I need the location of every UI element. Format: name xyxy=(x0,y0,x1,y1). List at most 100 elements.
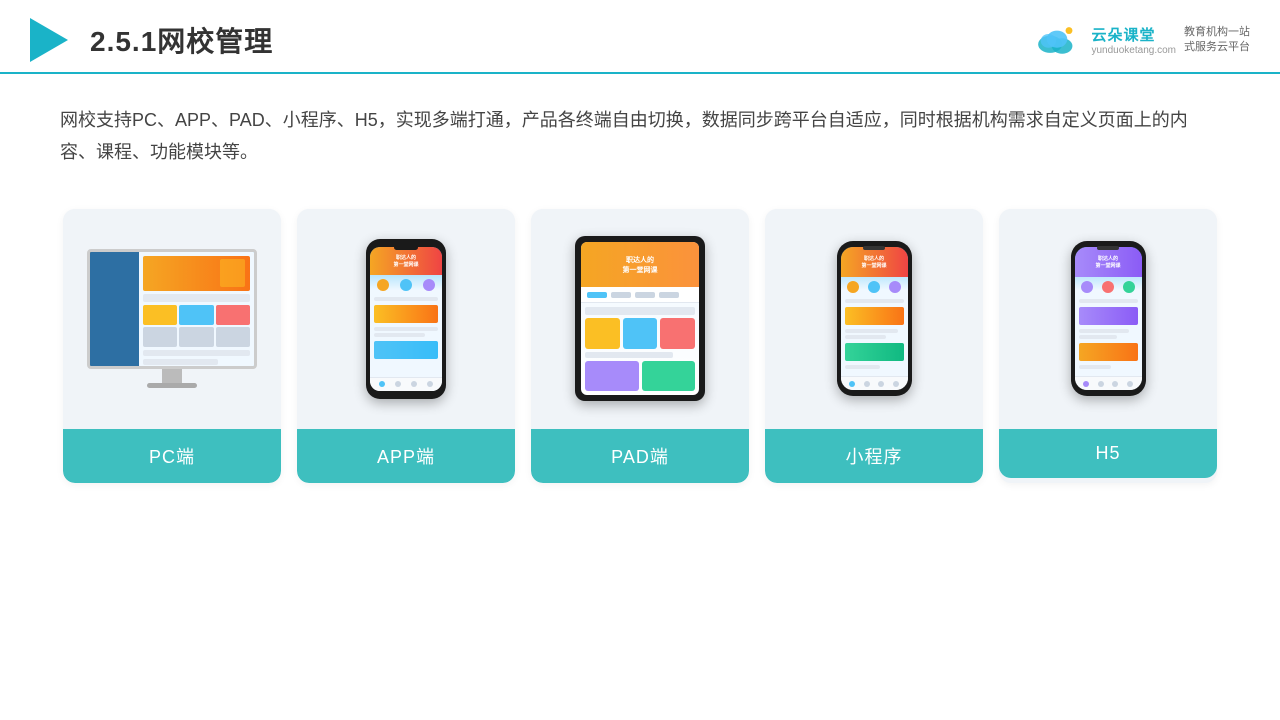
tablet-cell-3 xyxy=(660,318,695,349)
h5-nav-dot-1 xyxy=(1083,381,1089,387)
play-icon xyxy=(30,18,68,62)
mini-phone-notch xyxy=(863,246,885,250)
app-phone-graphic: 职达人的第一堂网课 xyxy=(366,239,446,399)
monitor-cell xyxy=(216,305,250,325)
card-app: 职达人的第一堂网课 xyxy=(297,209,515,483)
tablet-cell-1 xyxy=(585,318,620,349)
h5-dot-3 xyxy=(1123,281,1135,293)
card-app-label: APP端 xyxy=(297,429,515,483)
miniapp-footer-nav xyxy=(841,376,908,390)
phone-icon-row xyxy=(370,275,442,295)
h5-phone-notch xyxy=(1097,246,1119,250)
phone-dot-1 xyxy=(377,279,389,291)
page-title: 2.5.1网校管理 xyxy=(90,20,273,60)
card-h5-label: H5 xyxy=(999,429,1217,478)
monitor-cell xyxy=(216,327,250,347)
phone-card-1 xyxy=(374,305,438,323)
phone-card-2 xyxy=(374,341,438,359)
monitor-grid xyxy=(143,305,250,347)
logo-brand-name: 云朵课堂 xyxy=(1091,24,1155,45)
tablet-grid-row-2 xyxy=(585,361,695,392)
tablet-cell-4 xyxy=(585,361,639,392)
miniapp-line-2 xyxy=(845,329,898,333)
miniapp-content-block xyxy=(841,297,908,376)
tablet-nav-4 xyxy=(659,292,679,298)
miniapp-header-bar: 职达人的第一堂网课 xyxy=(841,247,908,277)
miniapp-nav-dot-2 xyxy=(864,381,870,387)
h5-screen-content: 职达人的第一堂网课 xyxy=(1075,247,1142,390)
phone-line-3 xyxy=(374,333,425,337)
monitor-screen-inner xyxy=(90,252,254,366)
phone-screen: 职达人的第一堂网课 xyxy=(370,247,442,391)
h5-header-bar: 职达人的第一堂网课 xyxy=(1075,247,1142,277)
h5-card-2 xyxy=(1079,343,1138,361)
monitor-cell xyxy=(179,305,213,325)
pad-tablet-graphic: 职达人的第一堂网课 xyxy=(575,236,705,401)
h5-nav-dot-3 xyxy=(1112,381,1118,387)
phone-header-text: 职达人的第一堂网课 xyxy=(393,254,418,268)
miniapp-dot-1 xyxy=(847,281,859,293)
phone-line-2 xyxy=(374,327,438,331)
h5-dot-2 xyxy=(1102,281,1114,293)
h5-footer-nav xyxy=(1075,376,1142,390)
miniapp-card-1 xyxy=(845,307,904,325)
tablet-nav-2 xyxy=(611,292,631,298)
device-cards-container: PC端 职达人的第一堂网课 xyxy=(0,189,1280,503)
card-pad-image: 职达人的第一堂网课 xyxy=(531,209,749,429)
card-h5-image: 职达人的第一堂网课 xyxy=(999,209,1217,429)
nav-dot-2 xyxy=(395,381,401,387)
pc-monitor-graphic xyxy=(87,249,257,388)
miniapp-line-4 xyxy=(845,365,880,369)
h5-nav-dot-4 xyxy=(1127,381,1133,387)
tablet-row-1 xyxy=(585,307,695,315)
h5-header-text: 职达人的第一堂网课 xyxy=(1095,255,1120,269)
header-left: 2.5.1网校管理 xyxy=(30,18,273,62)
phone-footer-nav xyxy=(370,377,442,391)
description-text: 网校支持PC、APP、PAD、小程序、H5，实现多端打通，产品各终端自由切换，数… xyxy=(0,74,1280,179)
logo-domain: yunduoketang.com xyxy=(1091,45,1176,56)
phone-frame: 职达人的第一堂网课 xyxy=(366,239,446,399)
mini-phone-screen: 职达人的第一堂网课 xyxy=(841,247,908,390)
phone-dot-2 xyxy=(400,279,412,291)
page-header: 2.5.1网校管理 云朵课堂 yunduoketang.com 教育机构一站式服… xyxy=(0,0,1280,74)
tablet-cell-2 xyxy=(623,318,658,349)
monitor-content xyxy=(139,252,254,369)
h5-icon-row xyxy=(1075,277,1142,297)
miniapp-nav-dot-4 xyxy=(893,381,899,387)
miniapp-dot-2 xyxy=(868,281,880,293)
miniapp-nav-dot-1 xyxy=(849,381,855,387)
h5-content-block xyxy=(1075,297,1142,376)
card-pad: 职达人的第一堂网课 xyxy=(531,209,749,483)
miniapp-nav-dot-3 xyxy=(878,381,884,387)
logo-area: 云朵课堂 yunduoketang.com 教育机构一站式服务云平台 xyxy=(1031,22,1250,58)
h5-phone-screen: 职达人的第一堂网课 xyxy=(1075,247,1142,390)
miniapp-line-3 xyxy=(845,335,886,339)
nav-dot-1 xyxy=(379,381,385,387)
h5-nav-dot-2 xyxy=(1098,381,1104,387)
tablet-banner-text: 职达人的第一堂网课 xyxy=(623,255,658,275)
miniapp-phone-graphic: 职达人的第一堂网课 xyxy=(837,241,912,396)
logo-slogan: 教育机构一站式服务云平台 xyxy=(1184,25,1250,56)
phone-header-bar: 职达人的第一堂网课 xyxy=(370,247,442,275)
nav-dot-3 xyxy=(411,381,417,387)
phone-line-1 xyxy=(374,297,438,301)
monitor-stand xyxy=(162,369,182,383)
h5-phone-graphic: 职达人的第一堂网课 xyxy=(1071,241,1146,396)
card-app-image: 职达人的第一堂网课 xyxy=(297,209,515,429)
tablet-nav-1 xyxy=(587,292,607,298)
card-pc-image xyxy=(63,209,281,429)
card-pad-label: PAD端 xyxy=(531,429,749,483)
phone-dot-3 xyxy=(423,279,435,291)
h5-dot-1 xyxy=(1081,281,1093,293)
h5-line-1 xyxy=(1079,299,1138,303)
miniapp-dot-3 xyxy=(889,281,901,293)
h5-card-1 xyxy=(1079,307,1138,325)
phone-content-block xyxy=(370,295,442,377)
miniapp-header-text: 职达人的第一堂网课 xyxy=(861,255,886,269)
monitor-row-3 xyxy=(143,359,218,365)
monitor-cell xyxy=(143,305,177,325)
tablet-grid-row-1 xyxy=(585,318,695,349)
tablet-content: 职达人的第一堂网课 xyxy=(581,242,699,395)
h5-line-2 xyxy=(1079,329,1129,333)
card-h5: 职达人的第一堂网课 xyxy=(999,209,1217,483)
